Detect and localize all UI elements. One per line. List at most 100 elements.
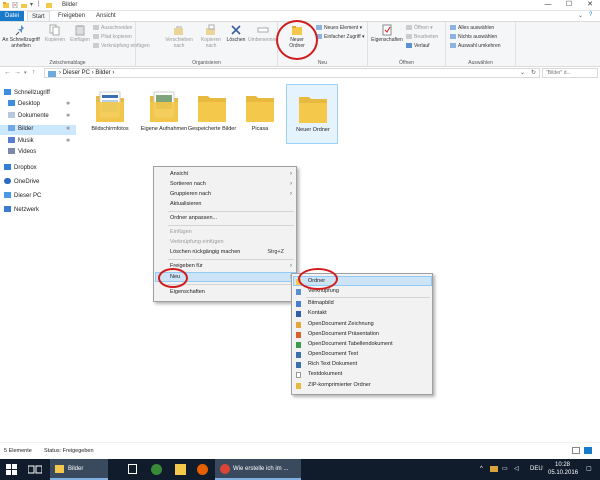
notifications-icon[interactable]: ▢ [586,465,592,472]
clock-date[interactable]: 05.10.2016 [548,470,578,476]
submenu-item-od-text[interactable]: OpenDocument Text [292,350,432,359]
invert-selection-button[interactable]: Auswahl umkehren [450,43,501,49]
details-view-icon[interactable] [572,447,580,454]
folder-taskbar-icon[interactable] [175,464,186,475]
sidebar-item-dokumente[interactable]: Dokumente [8,112,49,121]
properties-button[interactable]: Eigenschaften [370,24,404,43]
search-input[interactable]: "Bilder" d... [542,68,598,78]
menu-item-gruppieren[interactable]: Gruppieren nach › [154,190,296,199]
volume-icon[interactable]: ◁ [514,465,519,472]
taskbar-explorer[interactable]: Bilder [50,459,108,480]
menu-item-eigenschaften[interactable]: Eigenschaften [154,288,296,297]
help-icon[interactable]: ? [589,12,592,18]
large-icons-view-icon[interactable] [584,447,592,454]
submenu-item-textdokument[interactable]: Textdokument [292,370,432,379]
sidebar-item-label: Desktop [18,101,41,107]
delete-button[interactable]: Löschen [224,24,248,43]
file-item[interactable]: Eigene Aufnahmen [138,84,190,144]
sidebar-item-label: Bilder [18,126,34,132]
minimize-button[interactable]: — [540,0,556,10]
file-item[interactable]: Gespeicherte Bilder [186,84,238,144]
clock-time[interactable]: 10:28 [555,462,570,468]
tab-freigeben[interactable]: Freigeben [54,11,89,21]
maximize-button[interactable]: ☐ [561,0,577,10]
forward-arrow-icon[interactable]: → [14,69,21,76]
properties-quick-icon[interactable] [12,2,18,8]
submenu-item-bitmap[interactable]: Bitmapbild [292,299,432,308]
move-to-button[interactable]: Verschieben nach [164,24,194,49]
title-bar: ▾ | Bilder — ☐ ✕ [0,0,600,11]
file-item[interactable]: Picasa [234,84,286,144]
close-button[interactable]: ✕ [582,0,598,10]
menu-item-sortieren[interactable]: Sortieren nach › [154,180,296,189]
ribbon-expand-icon[interactable]: ⌄ [578,12,583,19]
menu-item-aktualisieren[interactable]: Aktualisieren [154,200,296,209]
menu-item-verknuepfung-einfuegen[interactable]: Verknüpfung einfügen [154,238,296,247]
tab-datei[interactable]: Datei [0,11,24,21]
sidebar-item-dropbox[interactable]: Dropbox [4,164,37,173]
edit-button[interactable]: Bearbeiten [406,34,438,40]
menu-item-rueckgaengig[interactable]: Löschen rückgängig machen Strg+Z [154,248,296,257]
menu-item-label: Ansicht [170,171,189,177]
submenu-item-kontakt[interactable]: Kontakt [292,309,432,318]
submenu-item-od-zeichnung[interactable]: OpenDocument Zeichnung [292,320,432,329]
submenu-item-od-praesentation[interactable]: OpenDocument Präsentation [292,330,432,339]
history-button[interactable]: Verlauf [406,43,430,49]
menu-item-ordner-anpassen[interactable]: Ordner anpassen... [154,214,296,223]
sidebar-item-dieser-pc[interactable]: Dieser PC [4,192,41,201]
menu-item-einfuegen[interactable]: Einfügen [154,228,296,237]
select-none-button[interactable]: Nichts auswählen [450,34,497,40]
sidebar-item-desktop[interactable]: Desktop [8,100,40,109]
tab-ansicht[interactable]: Ansicht [92,11,120,21]
taskbar-chrome[interactable]: Wie erstelle ich im ... [215,459,301,480]
move-to-icon [174,26,183,35]
refresh-icon[interactable]: ↻ [531,69,536,76]
windows-start-icon[interactable] [6,464,17,475]
paste-button[interactable]: Einfügen [68,24,92,43]
rename-icon [257,27,269,33]
back-arrow-icon[interactable]: ← [4,69,11,76]
address-dropdown-icon[interactable]: ⌄ [520,69,525,76]
new-folder-quick-icon[interactable] [21,2,27,8]
copy-to-button[interactable]: Kopieren nach [196,24,226,49]
copy-button[interactable]: Kopieren [44,24,66,43]
language-indicator[interactable]: DEU [530,466,543,472]
network-icon[interactable]: ▭ [502,465,508,472]
cut-button[interactable]: Ausschneiden [93,25,132,31]
rename-button[interactable]: Umbenennen [248,24,278,43]
sidebar-item-netzwerk[interactable]: Netzwerk [4,206,39,215]
menu-divider [168,284,294,285]
tray-folder-icon[interactable] [490,466,498,472]
sidebar-item-musik[interactable]: Musik [8,137,34,146]
submenu-item-label: Rich Text Dokument [308,361,358,367]
file-item[interactable]: Bildschirmfotos [84,84,136,144]
open-button[interactable]: Öffnen ▾ [406,25,433,31]
tray-expand-icon[interactable]: ^ [480,466,483,472]
select-all-button[interactable]: Alles auswählen [450,25,494,31]
tab-start[interactable]: Start [27,11,50,21]
annotation-circle-ribbon [276,20,318,60]
sidebar-item-onedrive[interactable]: OneDrive [4,178,39,187]
sidebar-item-videos[interactable]: Videos [8,148,36,157]
submenu-item-od-tabelle[interactable]: OpenDocument Tabellendokument [292,340,432,349]
firefox-icon[interactable] [197,464,208,475]
sidebar-item-bilder[interactable]: Bilder [8,125,33,134]
menu-item-label: Einfügen [170,229,192,235]
recent-dropdown-icon[interactable]: ▾ [24,70,27,76]
quick-access-dropdown-icon[interactable]: ▾ [30,1,33,8]
new-item-button[interactable]: Neues Element ▾ [316,25,362,31]
task-view-icon[interactable] [28,464,42,475]
address-bar[interactable]: › Dieser PC › Bilder › ⌄ ↻ [44,68,540,78]
file-item-selected[interactable]: Neuer Ordner [286,84,338,144]
submenu-item-rtf[interactable]: Rich Text Dokument [292,360,432,369]
up-arrow-icon[interactable]: ↑ [32,69,36,76]
app-icon[interactable] [151,464,162,475]
odt-icon [296,352,301,358]
copy-path-button[interactable]: Pfad kopieren [93,34,132,40]
pin-quick-access-button[interactable]: An Schnellzugriff anheften [2,24,40,49]
easy-access-button[interactable]: Einfacher Zugriff ▾ [316,34,365,40]
submenu-item-zip[interactable]: ZIP-komprimierter Ordner [292,381,432,390]
sidebar-item-schnellzugriff[interactable]: Schnellzugriff [4,89,50,98]
store-icon[interactable] [128,464,137,474]
menu-item-ansicht[interactable]: Ansicht › [154,170,296,179]
